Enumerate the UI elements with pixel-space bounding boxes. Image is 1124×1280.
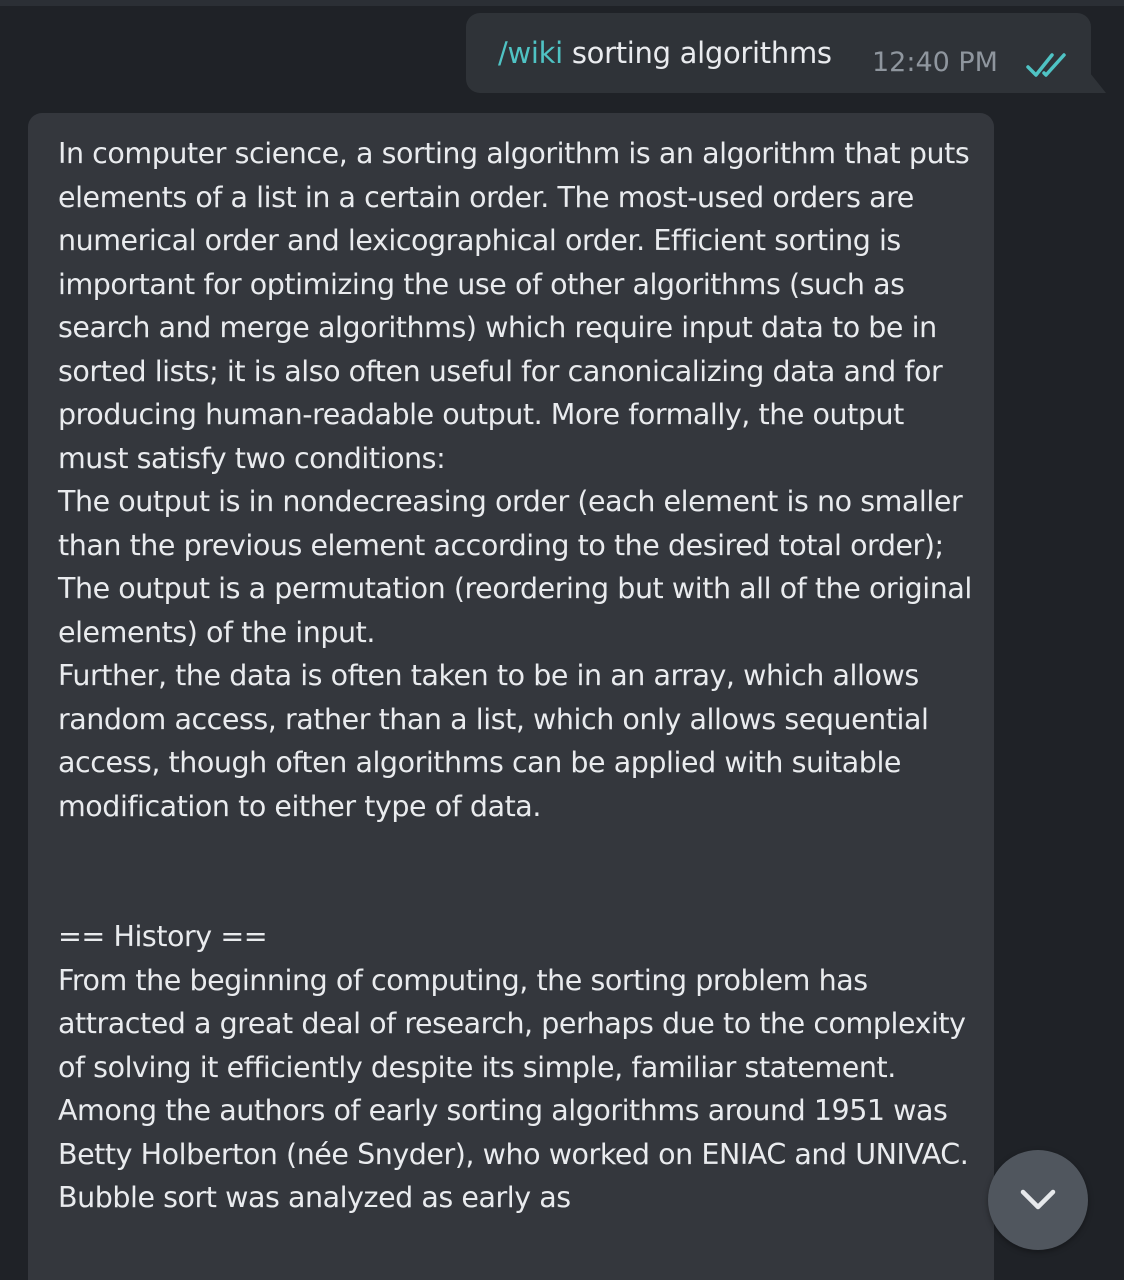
outgoing-message-query: sorting algorithms [562, 36, 832, 70]
section-heading: == History == [58, 920, 268, 953]
message-paragraph: In computer science, a sorting algorithm… [58, 137, 970, 475]
message-paragraph: The output is in nondecreasing order (ea… [58, 485, 963, 562]
incoming-message-bubble[interactable]: In computer science, a sorting algorithm… [28, 113, 994, 1280]
bot-command-link[interactable]: /wiki [498, 36, 563, 70]
outgoing-message-bubble[interactable]: /wiki sorting algorithms 12:40 PM [466, 13, 1091, 93]
chevron-down-icon [1020, 1189, 1056, 1210]
message-paragraph: From the beginning of computing, the sor… [58, 963, 969, 1215]
outgoing-bubble-tail [1090, 73, 1106, 93]
message-paragraph: Further, the data is often taken to be i… [58, 659, 929, 823]
incoming-message-text: In computer science, a sorting algorithm… [58, 132, 978, 1220]
outgoing-message-text: /wiki sorting algorithms [498, 35, 832, 71]
double-check-icon [1026, 53, 1066, 77]
scroll-to-bottom-button[interactable] [988, 1150, 1088, 1250]
message-paragraph: The output is a permutation (reordering … [58, 572, 972, 649]
message-timestamp: 12:40 PM [872, 47, 998, 78]
